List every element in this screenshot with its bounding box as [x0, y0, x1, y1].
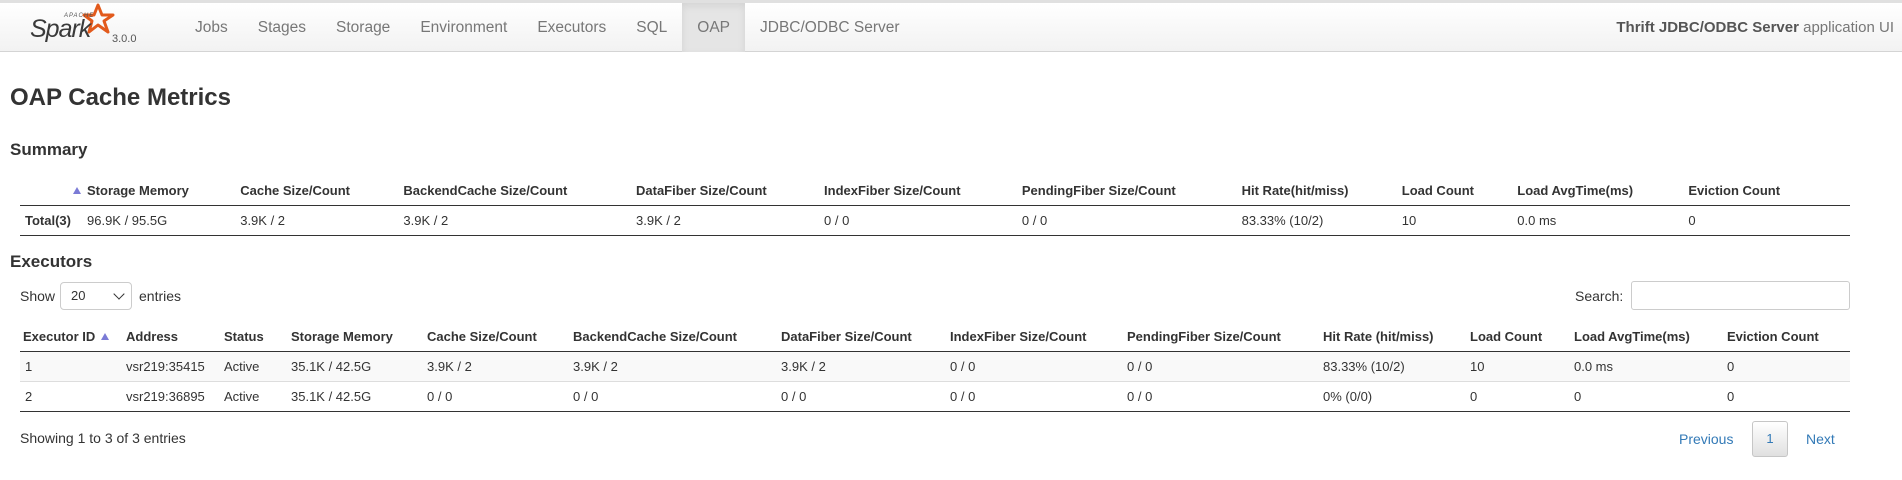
- table-info: Showing 1 to 3 of 3 entries: [20, 430, 186, 446]
- summary-col-row-label[interactable]: [20, 175, 87, 206]
- exec-col-backendcache-size[interactable]: BackendCache Size/Count: [573, 321, 781, 352]
- search-input[interactable]: [1631, 281, 1850, 310]
- executors-table: Executor ID Address Status Storage Memor…: [20, 321, 1850, 412]
- summary-cell: 3.9K / 2: [240, 205, 404, 236]
- brand-spark-text: Spark: [30, 15, 91, 43]
- table-cell: 0: [1727, 351, 1850, 382]
- nav-oap[interactable]: OAP: [682, 3, 745, 52]
- table-cell: 35.1K / 42.5G: [291, 381, 427, 412]
- exec-col-eviction-count[interactable]: Eviction Count: [1727, 321, 1850, 352]
- nav-executors[interactable]: Executors: [522, 3, 621, 52]
- page-button-current[interactable]: 1: [1752, 421, 1788, 457]
- table-row: 1 vsr219:35415 Active 35.1K / 42.5G 3.9K…: [20, 351, 1850, 382]
- exec-col-indexfiber-size[interactable]: IndexFiber Size/Count: [950, 321, 1127, 352]
- table-cell: 1: [20, 351, 126, 382]
- summary-cell: 3.9K / 2: [403, 205, 636, 236]
- table-cell: 0 / 0: [950, 381, 1127, 412]
- summary-cell: Total(3): [20, 205, 87, 236]
- table-cell: 83.33% (10/2): [1323, 351, 1470, 382]
- summary-cell: 0: [1688, 205, 1850, 236]
- nav-jdbc-odbc-server[interactable]: JDBC/ODBC Server: [745, 3, 915, 52]
- summary-col-storage-memory[interactable]: Storage Memory: [87, 175, 241, 206]
- table-cell: 0 / 0: [573, 381, 781, 412]
- exec-col-hit-rate[interactable]: Hit Rate (hit/miss): [1323, 321, 1470, 352]
- exec-col-datafiber-size[interactable]: DataFiber Size/Count: [781, 321, 950, 352]
- summary-table: Storage Memory Cache Size/Count BackendC…: [20, 175, 1850, 236]
- sort-ascending-icon: [101, 332, 110, 340]
- table-cell: 0.0 ms: [1574, 351, 1727, 382]
- nav-jobs[interactable]: Jobs: [180, 3, 243, 52]
- table-cell: 3.9K / 2: [573, 351, 781, 382]
- nav-links: Jobs Stages Storage Environment Executor…: [180, 3, 915, 52]
- page-size-select[interactable]: 20: [60, 282, 132, 310]
- exec-col-executor-id-label: Executor ID: [23, 328, 96, 344]
- app-title-name: Thrift JDBC/ODBC Server: [1616, 19, 1799, 36]
- sort-ascending-icon: [73, 186, 81, 194]
- app-title-suffix: application UI: [1798, 19, 1894, 36]
- summary-col-hit-rate[interactable]: Hit Rate(hit/miss): [1241, 175, 1402, 206]
- page-size-value: 20: [71, 288, 86, 303]
- summary-cell: 3.9K / 2: [636, 205, 825, 236]
- table-cell: 2: [20, 381, 126, 412]
- nav-stages[interactable]: Stages: [243, 3, 321, 52]
- exec-col-load-count[interactable]: Load Count: [1470, 321, 1574, 352]
- chevron-down-icon: [113, 288, 125, 300]
- table-cell: 0 / 0: [1127, 351, 1323, 382]
- table-cell: 0: [1470, 381, 1574, 412]
- summary-heading[interactable]: Summary: [10, 140, 87, 160]
- spark-version: 3.0.0: [112, 33, 137, 45]
- table-cell: 0% (0/0): [1323, 381, 1470, 412]
- table-cell: 0 / 0: [1127, 381, 1323, 412]
- table-cell: 10: [1470, 351, 1574, 382]
- table-cell: 0 / 0: [427, 381, 573, 412]
- table-cell: 3.9K / 2: [781, 351, 950, 382]
- table-cell: Active: [224, 381, 291, 412]
- table-cell: 3.9K / 2: [427, 351, 573, 382]
- summary-cell: 0.0 ms: [1517, 205, 1689, 236]
- exec-col-status[interactable]: Status: [224, 321, 291, 352]
- summary-col-indexfiber-size[interactable]: IndexFiber Size/Count: [824, 175, 1022, 206]
- table-cell: vsr219:35415: [126, 351, 224, 382]
- summary-col-datafiber-size[interactable]: DataFiber Size/Count: [636, 175, 825, 206]
- summary-col-backendcache-size[interactable]: BackendCache Size/Count: [403, 175, 636, 206]
- exec-col-load-avgtime[interactable]: Load AvgTime(ms): [1574, 321, 1727, 352]
- nav-storage[interactable]: Storage: [321, 3, 405, 52]
- entries-label: entries: [139, 288, 182, 304]
- executors-heading[interactable]: Executors: [10, 252, 92, 272]
- exec-col-executor-id[interactable]: Executor ID: [20, 321, 126, 352]
- summary-col-cache-size[interactable]: Cache Size/Count: [240, 175, 404, 206]
- search-label: Search:: [1575, 288, 1624, 304]
- summary-cell: 10: [1401, 205, 1518, 236]
- spark-logo[interactable]: APACHE Spark 3.0.0: [28, 3, 148, 51]
- next-button[interactable]: Next: [1806, 421, 1835, 457]
- table-cell: 0 / 0: [781, 381, 950, 412]
- exec-col-storage-memory[interactable]: Storage Memory: [291, 321, 427, 352]
- summary-cell: 96.9K / 95.5G: [87, 205, 241, 236]
- nav-sql[interactable]: SQL: [621, 3, 682, 52]
- show-label: Show: [20, 288, 56, 304]
- summary-cell: 0 / 0: [1021, 205, 1242, 236]
- summary-col-load-count[interactable]: Load Count: [1401, 175, 1518, 206]
- navbar: APACHE Spark 3.0.0 Jobs Stages Storage E…: [0, 0, 1902, 52]
- summary-cell: 83.33% (10/2): [1241, 205, 1402, 236]
- table-cell: vsr219:36895: [126, 381, 224, 412]
- summary-cell: 0 / 0: [824, 205, 1022, 236]
- summary-col-pendingfiber-size[interactable]: PendingFiber Size/Count: [1021, 175, 1242, 206]
- exec-col-cache-size[interactable]: Cache Size/Count: [427, 321, 573, 352]
- summary-col-load-avgtime[interactable]: Load AvgTime(ms): [1517, 175, 1689, 206]
- page-title: OAP Cache Metrics: [10, 84, 231, 111]
- table-cell: 0: [1574, 381, 1727, 412]
- previous-button[interactable]: Previous: [1679, 421, 1733, 457]
- summary-row-total: Total(3) 96.9K / 95.5G 3.9K / 2 3.9K / 2…: [20, 205, 1850, 236]
- table-cell: 0 / 0: [950, 351, 1127, 382]
- table-cell: 0: [1727, 381, 1850, 412]
- exec-col-address[interactable]: Address: [126, 321, 224, 352]
- summary-col-eviction-count[interactable]: Eviction Count: [1688, 175, 1850, 206]
- exec-col-pendingfiber-size[interactable]: PendingFiber Size/Count: [1127, 321, 1323, 352]
- table-cell: Active: [224, 351, 291, 382]
- nav-environment[interactable]: Environment: [405, 3, 522, 52]
- app-title: Thrift JDBC/ODBC Server application UI: [1616, 3, 1894, 52]
- table-row: 2 vsr219:36895 Active 35.1K / 42.5G 0 / …: [20, 381, 1850, 412]
- table-cell: 35.1K / 42.5G: [291, 351, 427, 382]
